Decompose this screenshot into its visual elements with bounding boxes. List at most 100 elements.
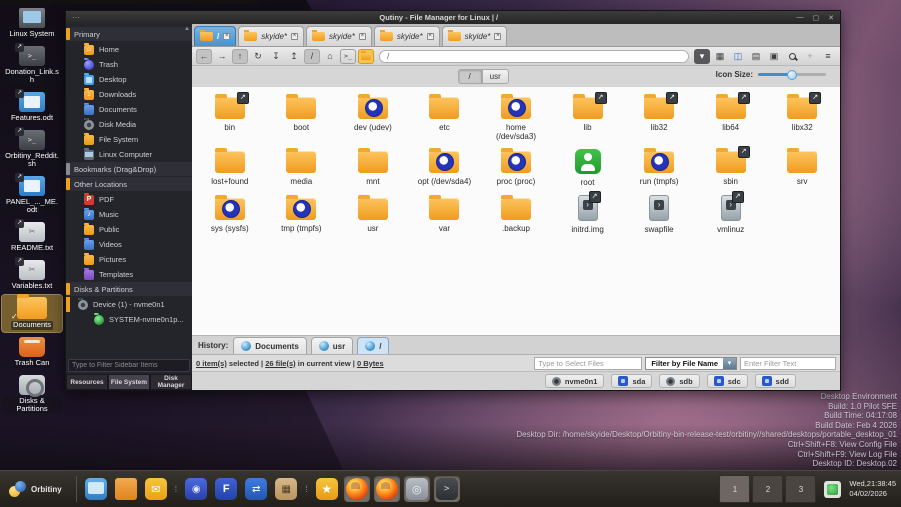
file-item-sbin[interactable]: sbin bbox=[695, 151, 767, 187]
refresh-button[interactable]: ↻ bbox=[250, 49, 266, 64]
status-part[interactable]: 0 Bytes bbox=[357, 359, 384, 368]
file-item-lib32[interactable]: lib32 bbox=[623, 97, 695, 141]
chevron-down-icon[interactable]: ▾ bbox=[723, 358, 736, 369]
sidebar-item-pdf[interactable]: PPDF bbox=[66, 192, 192, 207]
terminal-button[interactable]: >_ bbox=[340, 49, 356, 64]
sidebar-item-public[interactable]: Public bbox=[66, 222, 192, 237]
titlebar[interactable]: ⋯ Qutiny - File Manager for Linux | / — … bbox=[66, 11, 840, 24]
close-icon[interactable]: × bbox=[223, 33, 230, 40]
breadcrumb-usr[interactable]: usr bbox=[482, 69, 509, 84]
page-button-3[interactable]: 3 bbox=[785, 475, 816, 503]
sidebar-item-downloads[interactable]: ↓Downloads bbox=[66, 87, 192, 102]
up-button[interactable]: ↑ bbox=[232, 49, 248, 64]
file-item-mnt[interactable]: mnt bbox=[337, 151, 409, 187]
new-folder-button[interactable] bbox=[358, 49, 374, 64]
sidebar-tab-file-system[interactable]: File System bbox=[108, 374, 150, 390]
device-sdb[interactable]: sdb bbox=[659, 374, 699, 388]
device-sdd[interactable]: sdd bbox=[755, 374, 796, 388]
desktop-icon-variables-txt[interactable]: ↗Variables.txt bbox=[2, 258, 62, 293]
desktop-icon-panel-me-odt[interactable]: ↗PANEL_..._ME.odt bbox=[2, 174, 62, 217]
firefox-2-button[interactable] bbox=[374, 476, 400, 502]
drag-handle[interactable]: ⁞ bbox=[173, 484, 180, 494]
device-sda[interactable]: sda bbox=[611, 374, 652, 388]
sidebar-item-disk-media[interactable]: Disk Media bbox=[66, 117, 192, 132]
desktop-icon-orbitiny-reddit-sh[interactable]: ↗Orbitiny_Reddit.sh bbox=[2, 128, 62, 171]
sidebar-item-linux-computer[interactable]: Linux Computer bbox=[66, 147, 192, 162]
icon-size-slider[interactable] bbox=[758, 73, 826, 76]
file-item-proc-proc[interactable]: proc (proc) bbox=[480, 151, 552, 187]
desktop-icon-disks-partitions[interactable]: Disks & Partitions bbox=[2, 373, 62, 416]
sidebar-section-header[interactable]: Primary bbox=[66, 27, 192, 41]
file-item-lib64[interactable]: lib64 bbox=[695, 97, 767, 141]
package-app-button[interactable]: ◎ bbox=[404, 476, 430, 502]
file-item-libx32[interactable]: libx32 bbox=[766, 97, 838, 141]
firefox-1-button[interactable] bbox=[344, 476, 370, 502]
mail-app-button[interactable]: ✉ bbox=[143, 476, 169, 502]
go-bottom-button[interactable]: ↧ bbox=[268, 49, 284, 64]
app-blue-c-button[interactable]: ⇄ bbox=[243, 476, 269, 502]
tab-root[interactable]: /× bbox=[194, 26, 236, 46]
start-button[interactable]: Orbitiny bbox=[5, 478, 70, 500]
sidebar-item-home[interactable]: ⌂Home bbox=[66, 42, 192, 57]
minimize-button[interactable]: — bbox=[797, 14, 804, 22]
view-grid-button[interactable]: ▦ bbox=[712, 49, 728, 64]
drag-handle[interactable]: ⁞ bbox=[303, 484, 310, 494]
terminal-app-button[interactable] bbox=[434, 476, 460, 502]
tab-skyide-4[interactable]: skyide*× bbox=[442, 26, 508, 46]
sidebar-item-device-1-nvme0n1[interactable]: Device (1) - nvme0n1 bbox=[66, 297, 192, 312]
device-sdc[interactable]: sdc bbox=[707, 374, 748, 388]
view-dropdown-button[interactable]: ▾ bbox=[694, 49, 710, 64]
view-thumbnails-button[interactable]: ▣ bbox=[766, 49, 782, 64]
tab-skyide-2[interactable]: skyide*× bbox=[306, 26, 372, 46]
desktop-icon-readme-txt[interactable]: ↗README.txt bbox=[2, 220, 62, 255]
database-app-button[interactable]: ▦ bbox=[273, 476, 299, 502]
sidebar-item-videos[interactable]: Videos bbox=[66, 237, 192, 252]
sidebar-item-file-system[interactable]: File System bbox=[66, 132, 192, 147]
menu-button[interactable]: ≡ bbox=[820, 49, 836, 64]
file-item-var[interactable]: var bbox=[409, 198, 481, 234]
file-item-media[interactable]: media bbox=[266, 151, 338, 187]
tray-display-icon[interactable] bbox=[824, 481, 841, 498]
file-item-home-dev-sda3[interactable]: home (/dev/sda3) bbox=[480, 97, 552, 141]
file-item-bin[interactable]: bin bbox=[194, 97, 266, 141]
breadcrumb-[interactable]: / bbox=[458, 69, 482, 84]
file-item-initrd-img[interactable]: initrd.img bbox=[552, 198, 624, 234]
file-item-sys-sysfs[interactable]: sys (sysfs) bbox=[194, 198, 266, 234]
page-button-1[interactable]: 1 bbox=[719, 475, 750, 503]
view-columns-button[interactable]: ◫ bbox=[730, 49, 746, 64]
file-item-opt-dev-sda4[interactable]: opt (/dev/sda4) bbox=[409, 151, 481, 187]
sidebar-scroll-up-icon[interactable]: ▲ bbox=[184, 26, 190, 32]
sidebar-item-desktop[interactable]: Desktop bbox=[66, 72, 192, 87]
home-button[interactable]: ⌂ bbox=[322, 49, 338, 64]
status-part[interactable]: 0 item(s) bbox=[196, 359, 227, 368]
filter-mode-dropdown[interactable]: Filter by File Name ▾ bbox=[645, 357, 737, 370]
file-item-lib[interactable]: lib bbox=[552, 97, 624, 141]
file-item-boot[interactable]: boot bbox=[266, 97, 338, 141]
tab-skyide-3[interactable]: skyide*× bbox=[374, 26, 440, 46]
pager-app-button[interactable] bbox=[83, 476, 109, 502]
file-item-etc[interactable]: etc bbox=[409, 97, 481, 141]
page-button-2[interactable]: 2 bbox=[752, 475, 783, 503]
status-part[interactable]: 26 file(s) bbox=[265, 359, 295, 368]
close-icon[interactable]: × bbox=[291, 33, 298, 40]
close-icon[interactable]: × bbox=[359, 33, 366, 40]
app-blue-b-button[interactable]: F bbox=[213, 476, 239, 502]
window-menu-icon[interactable]: ⋯ bbox=[72, 13, 81, 22]
forward-button[interactable]: → bbox=[214, 49, 230, 64]
path-input[interactable] bbox=[379, 50, 689, 63]
tab-skyide-1[interactable]: skyide*× bbox=[238, 26, 304, 46]
file-item-srv[interactable]: srv bbox=[766, 151, 838, 187]
back-button[interactable]: ← bbox=[196, 49, 212, 64]
file-item-dev-udev[interactable]: dev (udev) bbox=[337, 97, 409, 141]
search-button[interactable] bbox=[784, 49, 800, 64]
device-nvme0n1[interactable]: nvme0n1 bbox=[545, 374, 605, 388]
sidebar-tab-resources[interactable]: Resources bbox=[66, 374, 108, 390]
slider-knob[interactable] bbox=[787, 70, 797, 80]
file-item-swapfile[interactable]: swapfile bbox=[623, 198, 695, 234]
close-icon[interactable]: × bbox=[494, 33, 501, 40]
sidebar-tab-disk-manager[interactable]: Disk Manager bbox=[150, 374, 192, 390]
file-item-run-tmpfs[interactable]: run (tmpfs) bbox=[623, 151, 695, 187]
sidebar-item-documents[interactable]: Documents bbox=[66, 102, 192, 117]
sidebar-item-music[interactable]: ♪Music bbox=[66, 207, 192, 222]
sidebar-section-header[interactable]: Bookmarks (Drag&Drop) bbox=[66, 162, 192, 176]
